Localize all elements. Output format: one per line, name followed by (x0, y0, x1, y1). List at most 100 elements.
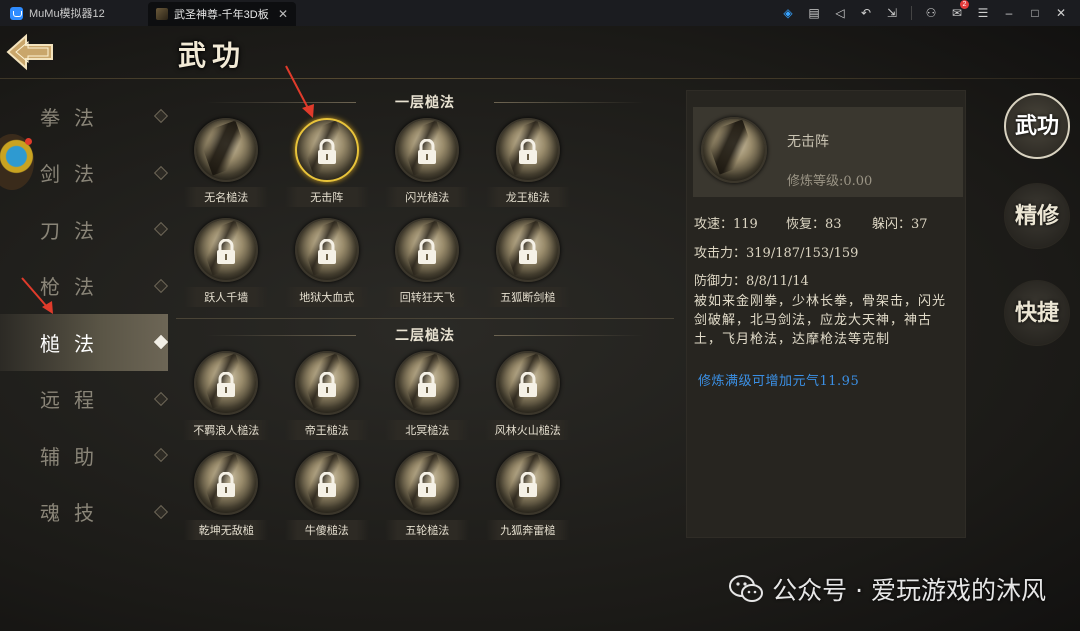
skill-item[interactable]: 不羁浪人槌法 (176, 345, 277, 445)
skill-item[interactable]: 帝王槌法 (277, 345, 378, 445)
skill-item[interactable]: 牛傻槌法 (277, 445, 378, 545)
attack-power-stat: 攻击力：319/187/153/159 (694, 245, 859, 261)
skill-icon (294, 451, 359, 515)
keyboard-icon[interactable]: ▤ (807, 6, 821, 20)
multi-instance-icon[interactable]: ⇲ (885, 6, 899, 20)
game-tab[interactable]: 武圣神尊-千年3D板 ✕ (148, 2, 296, 26)
watermark-text: 公众号 · 爱玩游戏的沐风 (772, 576, 1046, 605)
skill-name: 五狐断剑槌 (485, 287, 570, 307)
lock-icon (317, 139, 336, 164)
detail-stats: 攻速：119 恢复：83 躲闪：37 攻击力：319/187/153/159 防御力… (694, 211, 962, 297)
nav-item-hunji[interactable]: 魂技 (0, 484, 169, 541)
attack-speed-stat: 攻速：119 (694, 217, 758, 232)
section-header: 二层槌法 (176, 325, 674, 345)
diamond-icon (153, 504, 169, 519)
skill-item[interactable]: 无名槌法 (176, 112, 277, 212)
skill-icon (395, 118, 460, 182)
recovery-stat: 恢复：83 (786, 217, 842, 232)
diamond-icon (153, 391, 169, 406)
diamond-icon (153, 165, 169, 180)
lock-icon (317, 239, 336, 264)
nav-item-daofa[interactable]: 刀法 (0, 201, 169, 258)
skill-name: 帝王槌法 (284, 420, 369, 440)
page-title: 武功 (178, 39, 247, 72)
game-screen: 武功 拳法 剑法 刀法 枪法 槌法 远程 辅助 魂技 一层槌法 无名槌法 无击阵… (0, 26, 1080, 631)
skill-name: 龙王槌法 (485, 187, 570, 207)
skill-item[interactable]: 闪光槌法 (377, 112, 478, 212)
tab-jingxiu[interactable]: 精修 (1004, 183, 1070, 249)
skill-icon (194, 351, 259, 415)
titlebar-divider (911, 6, 912, 20)
dodge-stat: 躲闪：37 (872, 217, 928, 232)
close-icon[interactable]: ✕ (1054, 6, 1068, 20)
section-title: 一层槌法 (395, 95, 455, 111)
skill-item[interactable]: 五狐断剑槌 (478, 212, 579, 312)
detail-training-level: 修炼等级:0.00 (787, 174, 873, 189)
skill-item[interactable]: 无击阵 (277, 112, 378, 212)
tab-kuaijie[interactable]: 快捷 (1004, 280, 1070, 346)
skill-item[interactable]: 跃人千墙 (176, 212, 277, 312)
titlebar-controls: ◈ ▤ ◁ ↶ ⇲ ⚇ ✉ 2 ☰ – □ ✕ (781, 0, 1080, 20)
nav-item-quanfa[interactable]: 拳法 (0, 88, 169, 145)
tab-wugong[interactable]: 武功 (1004, 93, 1070, 159)
skill-item[interactable]: 地狱大血式 (277, 212, 378, 312)
skill-name: 闪光槌法 (385, 187, 470, 207)
skill-item[interactable]: 九狐奔雷槌 (478, 445, 579, 545)
skill-name: 回转狂天飞 (385, 287, 470, 307)
skill-item[interactable]: 五轮槌法 (377, 445, 478, 545)
nav-item-fuzhu[interactable]: 辅助 (0, 427, 169, 484)
gamepad-icon[interactable]: ◈ (781, 6, 795, 20)
skill-icon (395, 451, 460, 515)
skill-name: 跃人千墙 (184, 287, 269, 307)
lock-icon (217, 239, 236, 264)
user-icon[interactable]: ⚇ (924, 6, 938, 20)
diamond-icon (153, 278, 169, 293)
diamond-icon (153, 335, 169, 350)
volume-mute-icon[interactable]: ◁ (833, 6, 847, 20)
nav-item-chuifa[interactable]: 槌法 (0, 314, 169, 371)
red-dot-icon (25, 138, 32, 145)
skill-name: 无击阵 (284, 187, 369, 207)
stats-row: 攻速：119 恢复：83 躲闪：37 (694, 211, 962, 240)
section-header: 一层槌法 (176, 92, 674, 112)
back-icon[interactable]: ↶ (859, 6, 873, 20)
detail-description: 被如来金刚拳，少林长拳，骨架击，闪光剑破解，北马剑法，应龙大天神，神古土，飞月枪… (694, 294, 947, 347)
skill-item[interactable]: 龙王槌法 (478, 112, 579, 212)
app-tab[interactable]: MuMu模拟器12 (0, 0, 148, 26)
header-divider (0, 78, 1080, 79)
menu-icon[interactable]: ☰ (976, 6, 990, 20)
skill-item[interactable]: 回转狂天飞 (377, 212, 478, 312)
skill-name: 地狱大血式 (284, 287, 369, 307)
mail-icon[interactable]: ✉ 2 (950, 0, 969, 20)
skill-item[interactable]: 乾坤无敌槌 (176, 445, 277, 545)
skill-name: 乾坤无敌槌 (184, 520, 269, 540)
skill-name: 不羁浪人槌法 (183, 420, 270, 440)
lock-icon (317, 372, 336, 397)
game-tab-title: 武圣神尊-千年3D板 (174, 9, 269, 21)
skill-name: 五轮槌法 (385, 520, 470, 540)
nav-label: 剑法 (40, 162, 108, 187)
lock-icon (518, 139, 537, 164)
skill-name: 牛傻槌法 (284, 520, 369, 540)
lock-icon (418, 372, 437, 397)
lock-icon (518, 472, 537, 497)
back-arrow-icon[interactable] (4, 32, 56, 72)
nav-item-yuancheng[interactable]: 远程 (0, 371, 169, 428)
skill-icon (395, 218, 460, 282)
skill-item[interactable]: 风林火山槌法 (478, 345, 579, 445)
detail-skill-icon (701, 117, 767, 183)
annotation-arrow-icon (21, 277, 53, 314)
tab-close-icon[interactable]: ✕ (278, 7, 288, 21)
skill-icon (194, 118, 259, 182)
skill-icon (194, 218, 259, 282)
skill-name: 风林火山槌法 (484, 420, 571, 440)
nav-label: 槌法 (40, 331, 108, 356)
lock-icon (518, 372, 537, 397)
maximize-icon[interactable]: □ (1028, 6, 1042, 20)
skill-name: 无名槌法 (184, 187, 269, 207)
skill-name: 九狐奔雷槌 (485, 520, 570, 540)
nav-label: 辅助 (40, 444, 108, 469)
skill-item[interactable]: 北冥槌法 (377, 345, 478, 445)
minimize-icon[interactable]: – (1002, 6, 1016, 20)
tab-label: 精修 (1014, 203, 1059, 229)
